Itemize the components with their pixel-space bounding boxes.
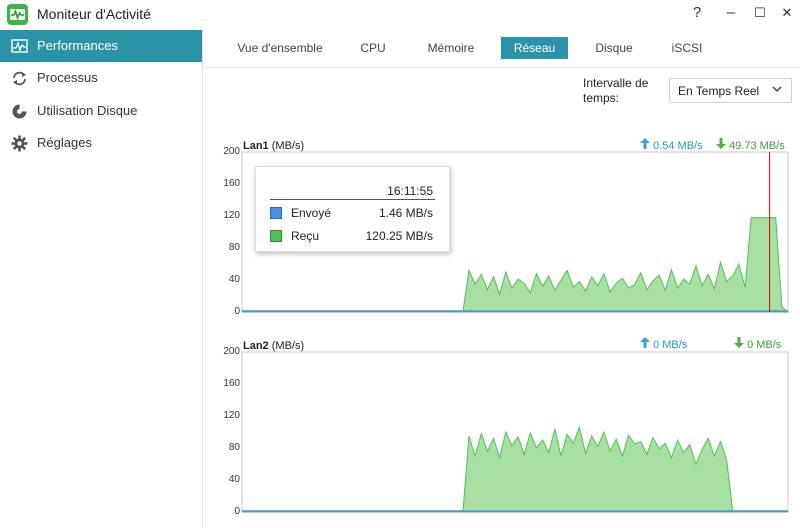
minimize-button[interactable]: – bbox=[720, 2, 742, 24]
interval-label: Intervalle de temps: bbox=[583, 76, 663, 106]
interval-selected-value: En Temps Reel bbox=[678, 84, 760, 98]
sidebar-item-label: Performances bbox=[37, 38, 118, 53]
lan2-download-rate: 0 MB/s bbox=[734, 337, 781, 351]
lan2-upload-value: 0 MB/s bbox=[653, 339, 688, 351]
lan1-chart-title: Lan1 (MB/s) bbox=[243, 140, 304, 152]
lan1-upload-value: 0.54 MB/s bbox=[653, 140, 703, 152]
upload-arrow-icon bbox=[640, 138, 650, 149]
y-tick-label: 200 bbox=[223, 346, 240, 357]
tab-bar: Vue d'ensemble CPU Mémoire Réseau Disque… bbox=[202, 29, 800, 68]
tab-memoire[interactable]: Mémoire bbox=[420, 37, 482, 59]
y-tick-label: 0 bbox=[234, 506, 240, 517]
download-arrow-icon bbox=[734, 337, 744, 348]
y-tick-label: 40 bbox=[228, 274, 240, 285]
sidebar-item-label: Réglages bbox=[37, 135, 92, 150]
tooltip-sent-value: 1.46 MB/s bbox=[378, 206, 433, 220]
gear-icon bbox=[11, 135, 28, 152]
y-tick-label: 80 bbox=[228, 442, 240, 453]
tooltip-separator bbox=[270, 199, 435, 200]
lan2-unit: (MB/s) bbox=[271, 340, 305, 352]
interval-select[interactable]: En Temps Reel bbox=[669, 78, 792, 103]
tab-iscsi[interactable]: iSCSI bbox=[662, 37, 712, 59]
lan1-upload-rate: 0.54 MB/s bbox=[640, 138, 703, 152]
lan2-plot-area bbox=[241, 351, 789, 513]
y-tick-label: 160 bbox=[223, 178, 240, 189]
y-tick-label: 120 bbox=[223, 410, 240, 421]
download-arrow-icon bbox=[716, 138, 726, 149]
tab-disque[interactable]: Disque bbox=[586, 37, 642, 59]
interval-label-line1: Intervalle de bbox=[583, 76, 649, 90]
tooltip-sent-label: Envoyé bbox=[291, 206, 332, 220]
lan1-download-rate: 49.73 MB/s bbox=[716, 138, 785, 152]
sidebar-item-reglages[interactable]: Réglages bbox=[0, 127, 202, 159]
tab-vue-ensemble[interactable]: Vue d'ensemble bbox=[230, 37, 330, 59]
chevron-down-icon bbox=[772, 86, 782, 93]
received-series-area bbox=[242, 425, 788, 513]
sidebar-item-label: Utilisation Disque bbox=[37, 103, 138, 118]
y-tick-label: 40 bbox=[228, 474, 240, 485]
y-tick-label: 0 bbox=[234, 306, 240, 317]
upload-arrow-icon bbox=[640, 337, 650, 348]
sidebar-item-processus[interactable]: Processus bbox=[0, 62, 202, 94]
sidebar-item-label: Processus bbox=[37, 70, 98, 85]
sent-swatch bbox=[270, 207, 282, 219]
refresh-icon bbox=[13, 71, 26, 86]
window-title: Moniteur d'Activité bbox=[37, 6, 151, 22]
received-swatch bbox=[270, 230, 282, 242]
lan2-upload-rate: 0 MB/s bbox=[640, 337, 687, 351]
lan2-name: Lan2 bbox=[243, 340, 269, 352]
chart-tooltip: 16:11:55 Envoyé 1.46 MB/s Reçu 120.25 MB… bbox=[255, 166, 450, 252]
lan1-unit: (MB/s) bbox=[271, 140, 305, 152]
lan1-download-value: 49.73 MB/s bbox=[729, 140, 785, 152]
y-tick-label: 120 bbox=[223, 210, 240, 221]
interval-label-line2: temps: bbox=[583, 91, 620, 105]
sidebar: Performances Processus Utilisation Disqu… bbox=[0, 29, 203, 528]
disk-usage-icon bbox=[12, 104, 27, 119]
y-tick-label: 160 bbox=[223, 378, 240, 389]
close-button[interactable]: ✕ bbox=[776, 2, 798, 24]
tab-reseau[interactable]: Réseau bbox=[501, 37, 568, 59]
title-bar: Moniteur d'Activité ? – ☐ ✕ bbox=[0, 0, 800, 29]
maximize-button[interactable]: ☐ bbox=[749, 2, 771, 24]
lan1-name: Lan1 bbox=[243, 140, 269, 152]
sidebar-item-utilisation-disque[interactable]: Utilisation Disque bbox=[0, 95, 202, 127]
y-tick-label: 200 bbox=[223, 146, 240, 157]
tooltip-received-value: 120.25 MB/s bbox=[365, 229, 433, 243]
sidebar-item-performances[interactable]: Performances bbox=[0, 30, 202, 62]
tooltip-received-label: Reçu bbox=[291, 229, 320, 243]
tab-cpu[interactable]: CPU bbox=[350, 37, 396, 59]
y-tick-label: 80 bbox=[228, 242, 240, 253]
help-button[interactable]: ? bbox=[686, 2, 708, 24]
lan2-download-value: 0 MB/s bbox=[747, 339, 782, 351]
performance-chart-icon bbox=[11, 39, 28, 53]
tooltip-time: 16:11:55 bbox=[387, 184, 433, 198]
activity-monitor-app-icon bbox=[7, 4, 28, 25]
lan2-chart-title: Lan2 (MB/s) bbox=[243, 340, 304, 352]
